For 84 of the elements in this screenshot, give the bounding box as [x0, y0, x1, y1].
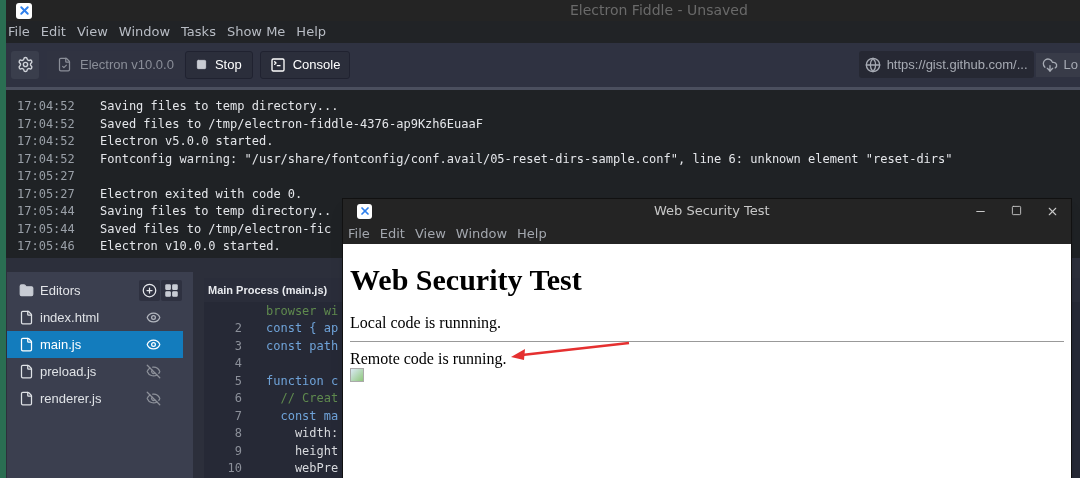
folder-icon — [19, 283, 34, 299]
globe-icon — [864, 56, 881, 73]
settings-button[interactable] — [11, 50, 39, 79]
window-title: Electron Fiddle - Unsaved — [570, 1, 748, 21]
menu-item[interactable]: Help — [517, 223, 547, 244]
log-message: Electron v10.0.0 started. — [100, 238, 281, 256]
log-message: Saved files to /tmp/electron-fic — [100, 220, 332, 238]
menu-item[interactable]: Window — [118, 22, 171, 42]
file-icon — [19, 364, 34, 379]
code-line: const { ap — [266, 320, 339, 338]
log-message: Saving files to temp directory... — [100, 98, 339, 116]
log-message: Electron v5.0.0 started. — [100, 133, 274, 151]
code-line: const ma — [279, 408, 339, 425]
log-message: Electron exited with code 0. — [100, 185, 303, 203]
log-timestamp: 17:04:52 — [16, 133, 76, 151]
line-number: 9 — [234, 444, 242, 458]
eye-icon[interactable] — [146, 337, 161, 352]
remote-status-text: Remote code is running. — [350, 350, 507, 368]
menu-item[interactable]: Help — [296, 22, 326, 42]
maximize-icon[interactable] — [1011, 204, 1022, 216]
file-icon — [19, 337, 34, 352]
sidebar-title: Editors — [40, 282, 82, 301]
local-status-text: Local code is runnning. — [350, 313, 503, 333]
file-icon — [19, 391, 34, 406]
window-title: Web Security Test — [654, 202, 770, 221]
menu-item[interactable]: View — [414, 223, 446, 244]
eye-icon[interactable] — [146, 310, 161, 325]
log-timestamp: 17:04:52 — [16, 115, 76, 133]
terminal-icon — [269, 56, 286, 73]
console-button[interactable]: Console — [259, 50, 351, 79]
log-timestamp: 17:04:52 — [16, 98, 76, 116]
line-number: 8 — [234, 426, 242, 441]
page-heading: Web Security Test — [350, 262, 583, 298]
editor-list-item[interactable]: preload.js — [7, 358, 183, 385]
stop-button[interactable]: Stop — [184, 50, 253, 79]
log-message: Saving files to temp directory.. — [100, 203, 332, 221]
editor-list-item[interactable]: index.html — [7, 304, 183, 331]
log-message: Saved files to /tmp/electron-fiddle-4376-ap9Kzh6EuaaF — [100, 115, 483, 133]
code-line: height — [293, 443, 339, 460]
load-button[interactable]: Lo — [1035, 52, 1080, 77]
log-timestamp: 17:05:46 — [16, 238, 76, 256]
line-number: 2 — [234, 321, 242, 336]
line-number: 5 — [234, 374, 242, 388]
line-number: 6 — [234, 391, 242, 406]
eye-off-icon[interactable] — [146, 364, 161, 379]
log-message: Fontconfig warning: "/usr/share/fontconfig/conf.avail/05-reset-dirs-sample.conf", line 6: unknown element "reset-dirs" — [100, 150, 953, 168]
menu-item[interactable]: Edit — [40, 22, 66, 42]
cloud-download-icon — [1041, 56, 1058, 73]
menu-item[interactable]: Window — [455, 223, 508, 244]
editor-list-item[interactable]: main.js — [7, 331, 183, 358]
line-number: 7 — [234, 409, 242, 423]
log-timestamp: 17:05:44 — [16, 220, 76, 238]
settings-icon — [16, 56, 34, 74]
menu-item[interactable]: File — [348, 223, 370, 244]
menu-item[interactable]: File — [8, 22, 30, 42]
log-timestamp: 17:05:27 — [16, 168, 76, 186]
menu-item[interactable]: Show Me — [226, 22, 286, 42]
editor-tab[interactable]: Main Process (main.js) — [204, 278, 330, 302]
editor-list-item[interactable]: renderer.js — [7, 385, 183, 412]
menu-item[interactable]: Edit — [379, 223, 405, 244]
code-line: browser wi — [266, 303, 339, 320]
broken-image-icon — [350, 368, 364, 382]
code-line: const path — [266, 338, 339, 355]
eye-off-icon[interactable] — [146, 391, 161, 406]
app-logo-icon — [16, 2, 32, 19]
line-number: 3 — [234, 339, 242, 353]
code-line: function c — [266, 373, 339, 390]
layout-button[interactable] — [161, 280, 182, 302]
log-timestamp: 17:05:44 — [16, 203, 76, 221]
file-check-icon — [57, 57, 72, 73]
line-number: 4 — [234, 356, 242, 371]
menu-item[interactable]: View — [76, 22, 108, 42]
file-icon — [19, 310, 34, 325]
log-timestamp: 17:05:27 — [16, 185, 76, 203]
code-line: width: — [293, 425, 339, 443]
code-line: webPre — [293, 460, 339, 478]
square-icon — [195, 59, 207, 71]
log-timestamp: 17:04:52 — [16, 150, 76, 168]
line-number: 10 — [227, 461, 242, 476]
menu-item[interactable]: Tasks — [181, 22, 216, 42]
add-editor-button[interactable] — [139, 280, 160, 302]
app-logo-icon — [357, 203, 372, 219]
code-line: // Creat — [279, 390, 339, 408]
gist-url-field[interactable]: https://gist.github.com/... — [858, 51, 1034, 79]
